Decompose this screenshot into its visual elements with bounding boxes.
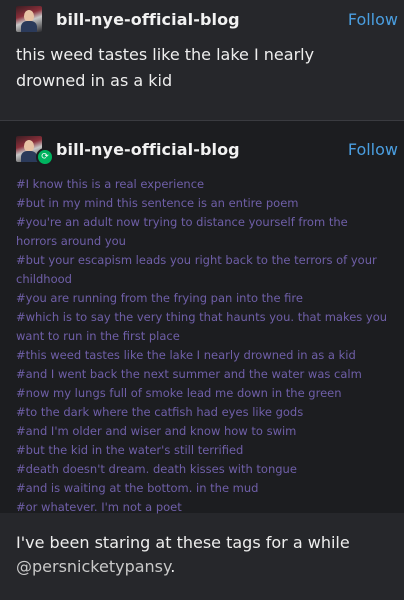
username[interactable]: bill-nye-official-blog bbox=[56, 10, 240, 29]
post-text: this weed tastes like the lake I nearly … bbox=[16, 45, 315, 90]
caption-text: I've been staring at these tags for a wh… bbox=[16, 533, 350, 552]
tag[interactable]: #this weed tastes like the lake I nearly… bbox=[16, 346, 390, 365]
follow-button[interactable]: Follow bbox=[348, 10, 398, 29]
tag[interactable]: #death doesn't dream. death kisses with … bbox=[16, 460, 390, 479]
tag-list: #I know this is a real experience #but i… bbox=[0, 169, 404, 517]
post-header: bill-nye-official-blog Follow bbox=[0, 0, 404, 38]
username[interactable]: bill-nye-official-blog bbox=[56, 140, 240, 159]
follow-button[interactable]: Follow bbox=[348, 140, 398, 159]
mention-link[interactable]: @persnicketypansy bbox=[16, 557, 170, 576]
tag[interactable]: #and is waiting at the bottom. in the mu… bbox=[16, 479, 390, 498]
tag[interactable]: #you're an adult now trying to distance … bbox=[16, 213, 390, 251]
caption-mention-line: @persnicketypansy. bbox=[16, 555, 388, 579]
tag[interactable]: #and I went back the next summer and the… bbox=[16, 365, 390, 384]
avatar[interactable]: ⟳ bbox=[16, 136, 54, 166]
avatar-body bbox=[21, 21, 37, 32]
tag[interactable]: #which is to say the very thing that hau… bbox=[16, 308, 390, 346]
tag[interactable]: #but in my mind this sentence is an enti… bbox=[16, 194, 390, 213]
tag[interactable]: #and I'm older and wiser and know how to… bbox=[16, 422, 390, 441]
tag[interactable]: #I know this is a real experience bbox=[16, 175, 390, 194]
tag[interactable]: #but your escapism leads you right back … bbox=[16, 251, 390, 289]
tag[interactable]: #you are running from the frying pan int… bbox=[16, 289, 390, 308]
caption: I've been staring at these tags for a wh… bbox=[0, 513, 404, 579]
reblog-icon: ⟳ bbox=[36, 148, 54, 166]
tag[interactable]: #but the kid in the water's still terrif… bbox=[16, 441, 390, 460]
reblog-header: ⟳ bill-nye-official-blog Follow bbox=[0, 121, 404, 169]
original-post: bill-nye-official-blog Follow this weed … bbox=[0, 0, 404, 120]
avatar[interactable] bbox=[16, 6, 42, 32]
caption-suffix: . bbox=[170, 557, 176, 576]
tag[interactable]: #to the dark where the catfish had eyes … bbox=[16, 403, 390, 422]
avatar-body bbox=[21, 151, 37, 162]
reblog-post: ⟳ bill-nye-official-blog Follow #I know … bbox=[0, 121, 404, 514]
tag[interactable]: #now my lungs full of smoke lead me down… bbox=[16, 384, 390, 403]
